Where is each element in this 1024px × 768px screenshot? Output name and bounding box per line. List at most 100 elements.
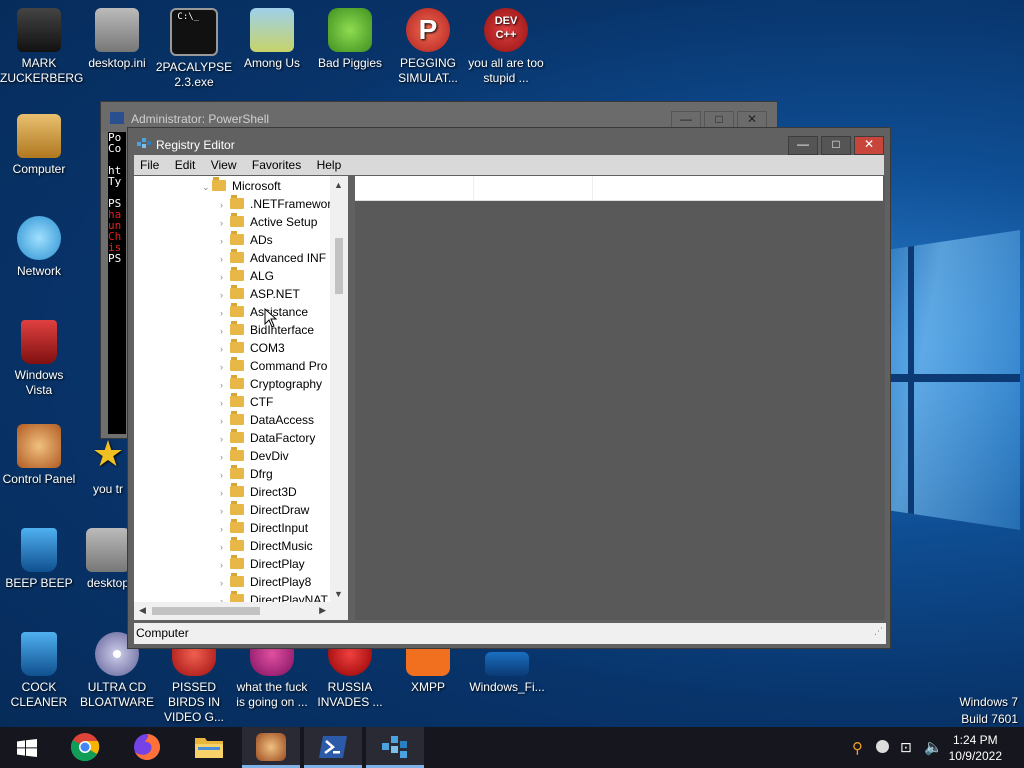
chevron-right-icon[interactable]: ›	[220, 574, 230, 592]
desktop-icon-among-us[interactable]: Among Us	[233, 8, 311, 71]
tree-vertical-scrollbar[interactable]: ▲ ▼	[330, 176, 348, 602]
tree-item-microsoft[interactable]: ⌄ Microsoft	[202, 177, 281, 195]
column-name[interactable]	[355, 176, 474, 200]
start-button[interactable]	[0, 727, 58, 768]
menu-view[interactable]: View	[205, 155, 243, 172]
desktop-icon-pegging-simulator[interactable]: P PEGGING SIMULAT...	[389, 8, 467, 86]
chevron-right-icon[interactable]: ›	[220, 394, 230, 412]
tree-item[interactable]: › ADs	[220, 231, 273, 249]
menu-favorites[interactable]: Favorites	[246, 155, 307, 172]
scroll-thumb[interactable]	[152, 607, 260, 615]
chevron-right-icon[interactable]: ›	[220, 214, 230, 232]
tree-item-label: ASP.NET	[250, 287, 300, 301]
powershell-icon	[110, 112, 124, 124]
chevron-right-icon[interactable]: ›	[220, 412, 230, 430]
tree-item[interactable]: › DataAccess	[220, 411, 314, 429]
desktop-icon-beep-beep[interactable]: BEEP BEEP	[0, 528, 78, 591]
network-tray-icon[interactable]: ⊡	[900, 739, 912, 756]
chevron-right-icon[interactable]: ›	[220, 358, 230, 376]
scroll-up-icon[interactable]: ▲	[334, 180, 343, 190]
menu-file[interactable]: File	[134, 155, 165, 172]
tree-item[interactable]: › Cryptography	[220, 375, 322, 393]
chevron-right-icon[interactable]: ›	[220, 430, 230, 448]
chevron-right-icon[interactable]: ›	[220, 250, 230, 268]
chevron-right-icon[interactable]: ›	[220, 304, 230, 322]
chevron-right-icon[interactable]: ›	[220, 538, 230, 556]
taskbar-firefox[interactable]	[118, 727, 176, 768]
menu-edit[interactable]: Edit	[169, 155, 202, 172]
registry-tree[interactable]: ⌄ Microsoft › .NETFramewor › Active Setup › AD…	[134, 176, 348, 620]
desktop-icon-computer[interactable]: Computer	[0, 114, 78, 177]
tree-item[interactable]: › Command Pro	[220, 357, 327, 375]
tree-item[interactable]: › DirectPlay8	[220, 573, 311, 591]
desktop-icon-devcpp[interactable]: DEV C++ you all are too stupid ...	[467, 8, 545, 86]
clock[interactable]: 1:24 PM 10/9/2022	[949, 732, 1002, 764]
chevron-right-icon[interactable]: ›	[220, 466, 230, 484]
tree-item[interactable]: › DataFactory	[220, 429, 315, 447]
taskbar-registry-editor[interactable]	[366, 727, 424, 768]
powershell-console[interactable]: Po Co ht Ty PS ha un Ch is PS	[108, 132, 126, 434]
maximize-button[interactable]: □	[821, 136, 851, 155]
tree-horizontal-scrollbar[interactable]: ◀ ▶	[134, 602, 330, 620]
tree-item[interactable]: › DirectPlay	[220, 555, 305, 573]
menu-help[interactable]: Help	[311, 155, 348, 172]
settings-file-icon	[95, 8, 139, 52]
desktop-icon-windows-vista[interactable]: Windows Vista	[0, 320, 78, 398]
resize-grip-icon[interactable]: ⋰	[874, 621, 883, 642]
notification-icon[interactable]	[876, 740, 889, 753]
file-explorer-icon	[195, 738, 223, 758]
chevron-right-icon[interactable]: ›	[220, 376, 230, 394]
chevron-right-icon[interactable]: ›	[220, 484, 230, 502]
chevron-right-icon[interactable]: ›	[220, 286, 230, 304]
taskbar-chrome[interactable]	[56, 727, 114, 768]
close-button[interactable]: ✕	[854, 136, 884, 155]
minimize-button[interactable]: —	[788, 136, 818, 155]
values-pane[interactable]	[355, 176, 885, 620]
taskbar-control-panel[interactable]	[242, 727, 300, 768]
scroll-thumb[interactable]	[335, 238, 343, 294]
chrome-icon	[70, 733, 100, 762]
tree-item[interactable]: › COM3	[220, 339, 285, 357]
taskbar-powershell[interactable]	[304, 727, 362, 768]
tree-item[interactable]: › Direct3D	[220, 483, 297, 501]
desktop-icon-desktop-ini[interactable]: desktop.ini	[78, 8, 156, 71]
chevron-right-icon[interactable]: ›	[220, 520, 230, 538]
scroll-down-icon[interactable]: ▼	[334, 589, 343, 599]
tree-item[interactable]: › DirectDraw	[220, 501, 309, 519]
search-magnifier-icon[interactable]: ⚲	[852, 739, 863, 757]
desktop-icon-mark-zuckerberg[interactable]: MARK ZUCKERBERG	[0, 8, 83, 86]
tree-item[interactable]: › ALG	[220, 267, 274, 285]
desktop-icon-bad-piggies[interactable]: Bad Piggies	[311, 8, 389, 71]
tree-item[interactable]: › Active Setup	[220, 213, 317, 231]
tree-item[interactable]: › DirectInput	[220, 519, 308, 537]
chevron-right-icon[interactable]: ›	[220, 340, 230, 358]
tree-item[interactable]: › DevDiv	[220, 447, 289, 465]
tree-item[interactable]: › Advanced INF	[220, 249, 326, 267]
tree-item[interactable]: › CTF	[220, 393, 273, 411]
taskbar-file-explorer[interactable]	[180, 727, 238, 768]
desktop-icon-2pacalypse[interactable]: C:\_ 2PACALYPSE 2.3.exe	[155, 8, 233, 90]
scroll-left-icon[interactable]: ◀	[139, 605, 146, 616]
tree-item[interactable]: › Dfrg	[220, 465, 273, 483]
chevron-right-icon[interactable]: ›	[220, 268, 230, 286]
chevron-right-icon[interactable]: ›	[220, 556, 230, 574]
chevron-right-icon[interactable]: ›	[220, 232, 230, 250]
column-type[interactable]	[474, 176, 593, 200]
tree-item[interactable]: › DirectMusic	[220, 537, 313, 555]
chevron-right-icon[interactable]: ›	[220, 448, 230, 466]
tree-item[interactable]: › ASP.NET	[220, 285, 300, 303]
desktop-icon-network[interactable]: Network	[0, 216, 78, 279]
tree-item[interactable]: › .NETFramewor	[220, 195, 331, 213]
values-column-header[interactable]	[355, 176, 883, 201]
desktop-icon-control-panel[interactable]: Control Panel	[0, 424, 78, 487]
volume-icon[interactable]: 🔈	[924, 738, 943, 756]
registry-editor-titlebar[interactable]: Registry Editor — □ ✕	[128, 128, 890, 158]
column-data[interactable]	[593, 176, 883, 200]
chevron-down-icon[interactable]: ⌄	[202, 178, 212, 196]
chevron-right-icon[interactable]: ›	[220, 196, 230, 214]
scroll-right-icon[interactable]: ▶	[319, 605, 326, 616]
chevron-right-icon[interactable]: ›	[220, 322, 230, 340]
desktop-icon-cock-cleaner[interactable]: COCK CLEANER	[0, 632, 78, 710]
chevron-right-icon[interactable]: ›	[220, 502, 230, 520]
registry-editor-window[interactable]: Registry Editor — □ ✕ File Edit View Fav…	[127, 127, 891, 649]
